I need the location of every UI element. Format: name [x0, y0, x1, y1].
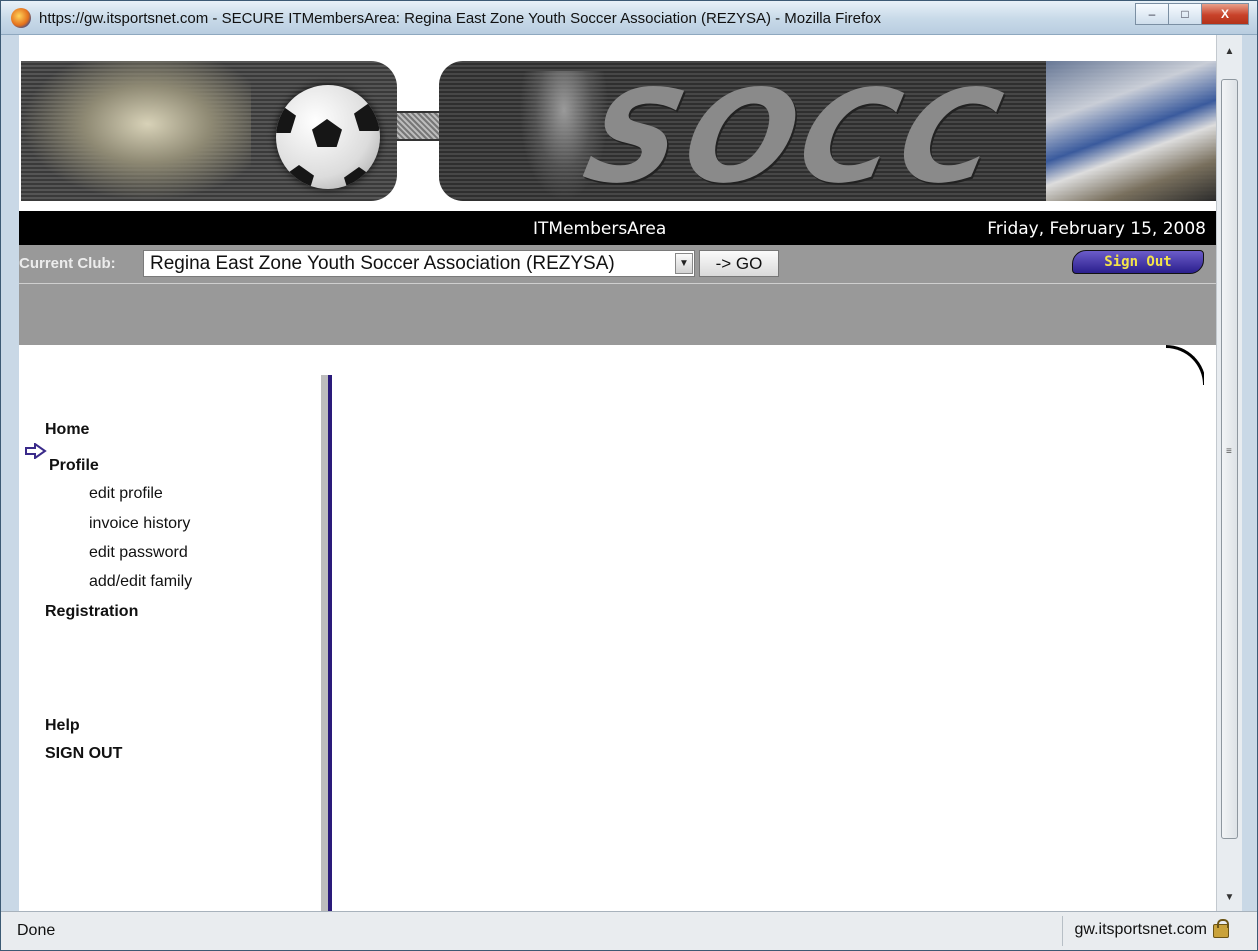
club-bar-divider: [19, 283, 1216, 284]
nav-home[interactable]: Home: [45, 421, 89, 439]
nav-registration[interactable]: Registration: [45, 603, 138, 621]
go-button[interactable]: -> GO: [699, 250, 779, 277]
info-bar: ITMembersArea Friday, February 15, 2008: [19, 211, 1216, 245]
nav-sign-out[interactable]: SIGN OUT: [45, 745, 122, 763]
club-select-value: Regina East Zone Youth Soccer Associatio…: [150, 253, 615, 274]
soccer-banner: SOCC: [19, 35, 1216, 211]
nav-invoice-history[interactable]: invoice history: [89, 515, 190, 533]
current-arrow-icon: [25, 443, 47, 459]
scroll-down-icon[interactable]: ▼: [1217, 889, 1242, 907]
nav-add-edit-family[interactable]: add/edit family: [89, 573, 192, 591]
status-bar: Done gw.itsportsnet.com: [1, 911, 1257, 950]
minimize-button[interactable]: –: [1135, 3, 1169, 25]
nav-divider: [321, 375, 328, 911]
close-button[interactable]: X: [1201, 3, 1249, 25]
area-title: ITMembersArea: [533, 219, 667, 239]
scroll-up-icon[interactable]: ▲: [1217, 43, 1242, 61]
club-bar: Current Club: Regina East Zone Youth Soc…: [19, 245, 1216, 345]
dropdown-arrow-icon[interactable]: ▼: [675, 253, 693, 274]
nav-profile[interactable]: Profile: [49, 457, 99, 475]
content-corner-curve: [1166, 345, 1206, 385]
page-viewport: SOCC ITMembersArea Friday, February 15, …: [19, 35, 1216, 911]
scrollbar-thumb[interactable]: ≡: [1221, 79, 1238, 839]
status-host-panel[interactable]: gw.itsportsnet.com: [1061, 916, 1244, 946]
current-club-label: Current Club:: [19, 255, 116, 272]
vertical-scrollbar[interactable]: ▲ ≡ ▼: [1216, 35, 1242, 911]
goalkeeper-image: [21, 61, 251, 201]
club-select[interactable]: Regina East Zone Youth Soccer Associatio…: [143, 250, 695, 277]
maximize-button[interactable]: □: [1168, 3, 1202, 25]
nav-help[interactable]: Help: [45, 717, 80, 735]
page-content: Home Profile edit profile invoice histor…: [19, 345, 1216, 911]
status-host: gw.itsportsnet.com: [1074, 921, 1208, 938]
nav-edit-password[interactable]: edit password: [89, 544, 188, 562]
banner-soccer-text: SOCC: [573, 63, 1018, 201]
banner-right-panel: SOCC: [439, 61, 1216, 201]
nav-edit-profile[interactable]: edit profile: [89, 485, 163, 503]
status-text: Done: [17, 922, 56, 939]
lock-icon[interactable]: [1213, 919, 1229, 938]
banner-left-panel: [21, 61, 397, 201]
firefox-icon: [11, 8, 31, 28]
nav-divider-accent: [328, 375, 332, 911]
title-bar[interactable]: https://gw.itsportsnet.com - SECURE ITMe…: [1, 1, 1257, 35]
banner-connector: [397, 111, 439, 141]
soccer-ball-icon: [276, 85, 380, 189]
sign-out-button[interactable]: Sign Out: [1072, 250, 1204, 274]
browser-window: https://gw.itsportsnet.com - SECURE ITMe…: [0, 0, 1258, 951]
window-controls: – □ X: [1135, 3, 1249, 25]
player-photo: [1046, 61, 1216, 201]
grip-icon: ≡: [1226, 446, 1232, 457]
window-title: https://gw.itsportsnet.com - SECURE ITMe…: [39, 10, 881, 27]
current-date: Friday, February 15, 2008: [987, 219, 1206, 239]
